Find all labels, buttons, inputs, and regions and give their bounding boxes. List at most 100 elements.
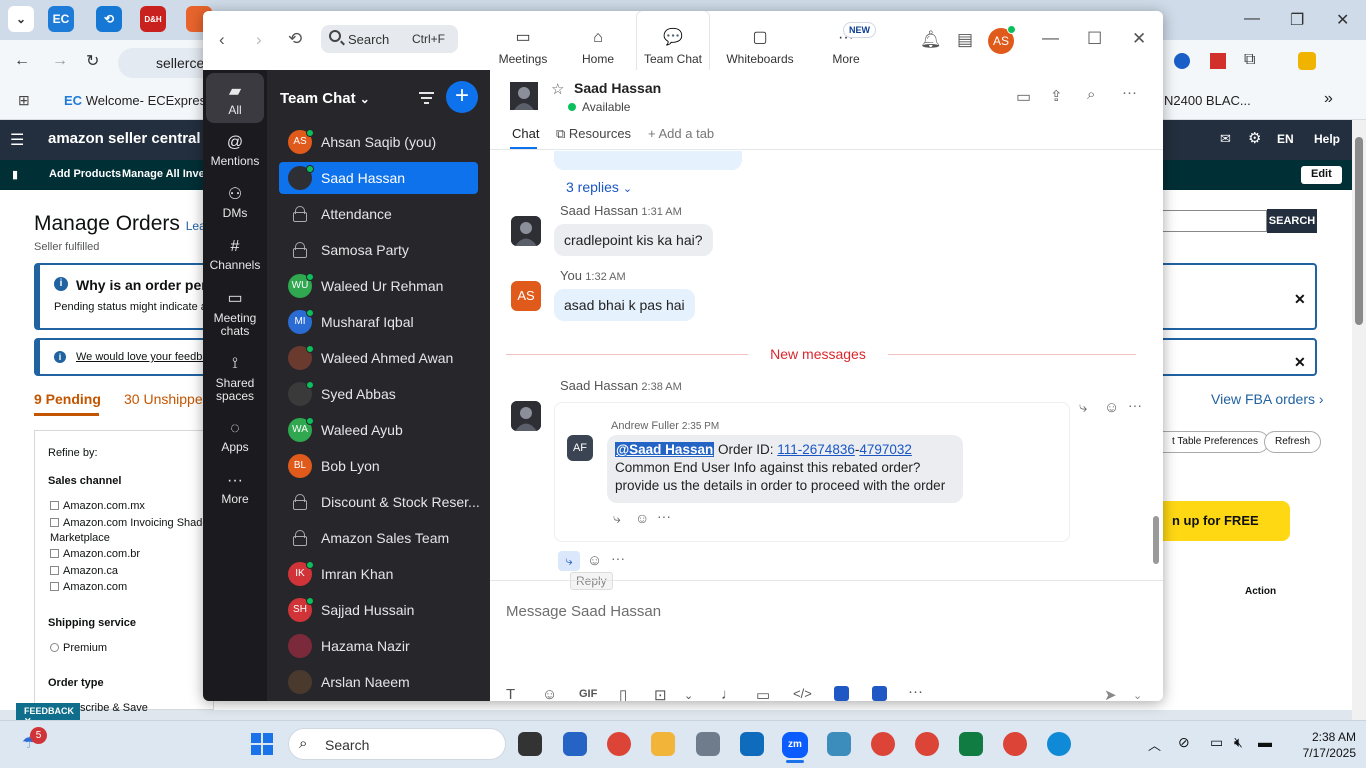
close-icon[interactable]: ✕ — [1294, 354, 1306, 371]
message-author[interactable]: Saad Hassan — [560, 203, 638, 218]
rail-shared-spaces[interactable]: ⟟ Shared spaces — [206, 353, 264, 403]
mention-tag[interactable]: @Saad Hassan — [615, 442, 715, 457]
browser-minimize-icon[interactable]: — — [1244, 10, 1260, 28]
video-call-icon[interactable]: ▭ — [1016, 87, 1031, 107]
more-options-icon[interactable]: ··· — [611, 550, 625, 566]
back-icon[interactable]: ← — [14, 52, 30, 70]
app-icon[interactable] — [827, 732, 851, 756]
page-scrollbar-thumb[interactable] — [1355, 137, 1363, 325]
message-bubble[interactable]: asad bhai k pas hai — [554, 289, 695, 321]
rail-channels[interactable]: # Channels — [206, 236, 264, 272]
chat-scrollbar-thumb[interactable] — [1153, 516, 1159, 564]
app-integration-icon[interactable] — [872, 686, 887, 701]
forward-icon[interactable]: › — [256, 30, 262, 50]
premium-filter[interactable]: Premium — [50, 642, 107, 654]
app-integration-icon[interactable] — [834, 686, 849, 701]
taskbar-search[interactable]: ⌕ Search — [288, 728, 506, 760]
file-icon[interactable]: ▯ — [619, 686, 627, 701]
channel-filter-1[interactable]: Amazon.com.mx — [50, 500, 145, 512]
tab-more[interactable]: ··· More — [810, 11, 882, 70]
chat-list-item[interactable]: Amazon Sales Team — [279, 522, 478, 554]
speaker-muted-icon[interactable]: 🔇︎ — [1234, 734, 1243, 751]
zoom-search[interactable]: Search Ctrl+F — [321, 25, 458, 53]
filter-icon[interactable] — [419, 92, 434, 104]
tab-ec-icon[interactable]: EC — [48, 6, 74, 32]
file-explorer-icon[interactable] — [651, 732, 675, 756]
chat-list-item[interactable]: WU Waleed Ur Rehman — [279, 270, 478, 302]
bookmarks-overflow-icon[interactable]: » — [1324, 90, 1333, 108]
reload-icon[interactable]: ↻ — [86, 51, 99, 71]
channel-filter-5[interactable]: Amazon.com — [50, 581, 127, 593]
edit-nav-button[interactable]: Edit — [1301, 166, 1342, 184]
reply-icon[interactable]: ⤷ — [558, 551, 580, 571]
video-message-icon[interactable]: ▭ — [756, 686, 770, 701]
add-tab-button[interactable]: + Add a tab — [648, 126, 714, 141]
rail-mentions[interactable]: @ Mentions — [206, 132, 264, 168]
browser-close-icon[interactable]: ✕ — [1336, 10, 1349, 30]
chat-list-item[interactable]: IK Imran Khan — [279, 558, 478, 590]
chat-list-item[interactable]: Discount & Stock Reser... — [279, 486, 480, 518]
message-bubble[interactable]: cradlepoint kis ka hai? — [554, 224, 713, 256]
message-avatar[interactable] — [511, 401, 541, 431]
bookmark-n2400[interactable]: N2400 BLAC... — [1164, 93, 1251, 108]
notifications-bell-icon[interactable]: 🔔︎ — [920, 30, 942, 50]
profile-extension-icon[interactable] — [1298, 52, 1316, 70]
battery-icon[interactable]: ▬ — [1258, 734, 1272, 750]
nav-manage-inventory[interactable]: Manage All Invent — [122, 168, 215, 180]
nav-add-products[interactable]: Add Products — [49, 168, 121, 180]
chat-contact-name[interactable]: Saad Hassan — [574, 80, 661, 96]
chat-avatar[interactable] — [510, 82, 538, 110]
pdf-extension-icon[interactable] — [1210, 53, 1226, 69]
rail-dms[interactable]: ⚇ DMs — [206, 184, 264, 220]
chat-list-item[interactable]: WA Waleed Ayub — [279, 414, 478, 446]
store-icon[interactable] — [563, 732, 587, 756]
edge-icon[interactable] — [1047, 732, 1071, 756]
chevron-down-icon[interactable]: ⌄ — [1133, 689, 1142, 701]
reply-icon[interactable]: ⤷ — [1079, 399, 1087, 416]
tab-team-chat[interactable]: 💬 Team Chat — [637, 11, 709, 70]
chat-list-item[interactable]: SH Sajjad Hussain — [279, 594, 478, 626]
chat-list-item[interactable]: BL Bob Lyon — [279, 450, 478, 482]
channel-filter-2[interactable]: Amazon.com Invoicing Shado — [50, 517, 209, 529]
message-avatar[interactable] — [511, 216, 541, 246]
screenshot-icon[interactable]: ⊡ — [654, 686, 667, 701]
tab-meetings[interactable]: ▭ Meetings — [487, 11, 559, 70]
channel-filter-4[interactable]: Amazon.ca — [50, 565, 118, 577]
subscribe-save-filter[interactable]: scribe & Save — [80, 702, 148, 714]
team-chat-title[interactable]: Team Chat ⌄ — [280, 90, 370, 107]
more-options-icon[interactable]: ··· — [657, 508, 671, 524]
amazon-logo[interactable]: amazon seller central — [48, 130, 201, 147]
chat-list-item[interactable]: Syed Abbas — [279, 378, 478, 410]
chat-list-item[interactable]: MI Musharaf Iqbal — [279, 306, 478, 338]
more-options-icon[interactable]: ··· — [908, 683, 923, 700]
tab-dh-icon[interactable]: D&H — [140, 6, 166, 32]
more-options-icon[interactable]: ··· — [1128, 397, 1142, 413]
chrome-profile-icon[interactable] — [1003, 732, 1027, 756]
order-id-link-2[interactable]: 4797032 — [859, 442, 912, 457]
signup-button[interactable]: n up for FREE — [1162, 501, 1290, 541]
thread-replies-link[interactable]: 3 replies ⌄ — [566, 179, 632, 195]
forward-icon[interactable]: → — [52, 52, 68, 70]
rail-apps[interactable]: ◌ Apps — [206, 418, 264, 454]
message-input[interactable]: Message Saad Hassan — [506, 603, 661, 620]
chat-list-item[interactable]: Saad Hassan — [279, 162, 478, 194]
extension-icon[interactable] — [1174, 53, 1190, 69]
reply-icon[interactable]: ⤷ — [613, 510, 621, 527]
chat-list-item[interactable]: Arslan Naeem — [279, 666, 478, 698]
bookmark-nav-icon[interactable]: ▮ — [12, 168, 18, 181]
unshipped-tab[interactable]: 30 Unshipped — [124, 391, 204, 407]
start-windows-icon[interactable] — [251, 733, 273, 755]
close-icon[interactable]: ✕ — [1294, 291, 1306, 308]
order-id-link-1[interactable]: 111-2674836 — [777, 442, 855, 457]
share-screen-icon[interactable]: ⇪ — [1050, 87, 1063, 105]
feedback-tag[interactable]: FEEDBACK ✕ — [16, 703, 80, 726]
order-search-input[interactable] — [1162, 210, 1267, 232]
bookmark-ecexpress[interactable]: EC Welcome- ECExpres... — [64, 93, 217, 108]
chat-list-item[interactable]: Samosa Party — [279, 234, 478, 266]
calculator-icon[interactable] — [696, 732, 720, 756]
favorite-star-icon[interactable]: ☆ — [551, 80, 564, 98]
chat-list-item[interactable]: Hazama Nazir — [279, 630, 478, 662]
chat-list-item[interactable]: Waleed Ahmed Awan — [279, 342, 478, 374]
chrome-icon[interactable] — [607, 732, 631, 756]
message-author[interactable]: Saad Hassan — [560, 378, 638, 393]
